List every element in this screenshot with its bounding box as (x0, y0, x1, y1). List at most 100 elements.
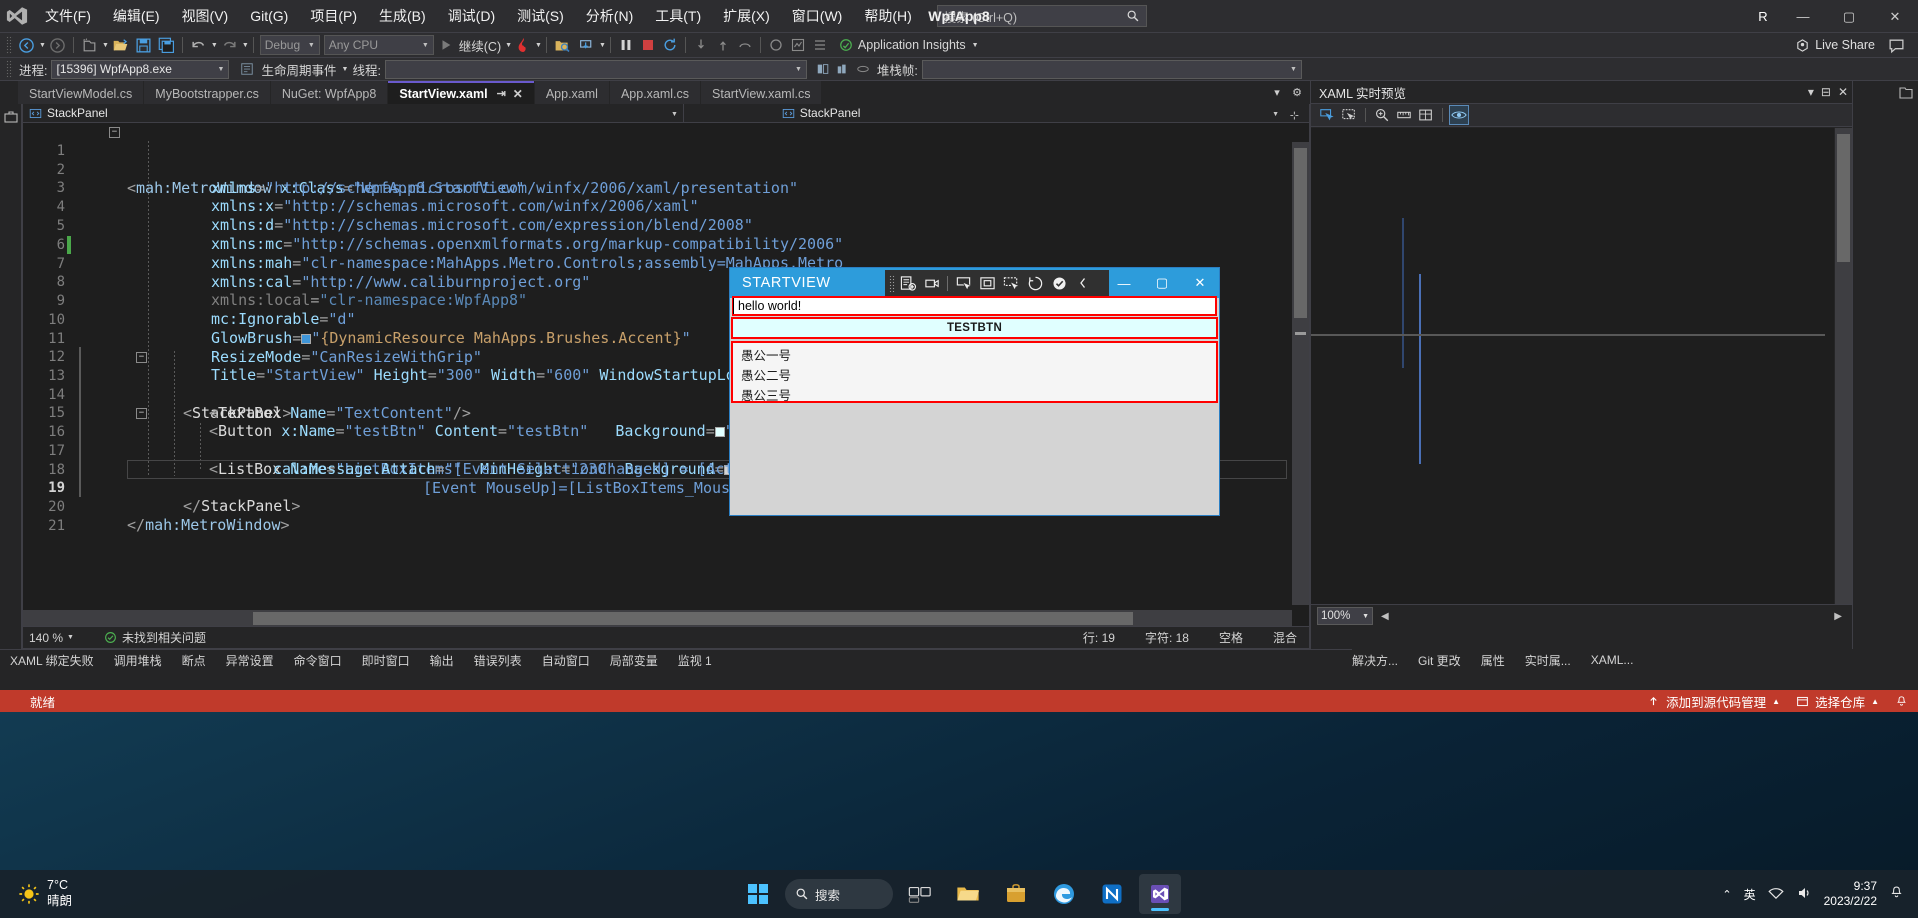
tab-startviewmodel-cs[interactable]: StartViewModel.cs (18, 81, 144, 104)
navigate-back-button[interactable] (15, 34, 38, 56)
save-button[interactable] (132, 34, 155, 56)
tab-mybootstrapper-cs[interactable]: MyBootstrapper.cs (144, 81, 270, 104)
undo-caret-icon[interactable]: ▼ (211, 42, 218, 49)
display-adorner-preview-icon[interactable] (1339, 105, 1359, 125)
display-layout-adorner-icon[interactable] (976, 272, 998, 294)
toolbox-icon[interactable] (3, 109, 19, 125)
solution-explorer-dock-icon[interactable] (1898, 85, 1914, 101)
tab-list-chevron-icon[interactable]: ▾ (1268, 86, 1286, 99)
pin-icon[interactable]: ⇥ (497, 87, 506, 100)
wpf-maximize-button[interactable]: ▢ (1143, 268, 1181, 298)
application-insights-button[interactable]: Application Insights ▼ (839, 38, 979, 52)
list-item[interactable]: 愚公三号 (733, 386, 1216, 406)
live-share-button[interactable]: Live Share (1795, 38, 1875, 53)
close-button[interactable]: ✕ (1872, 0, 1918, 33)
minimize-button[interactable]: — (1780, 0, 1826, 33)
solution-config-combo[interactable]: Debug ▼ (259, 35, 320, 55)
stack-frame-prev-icon[interactable] (813, 58, 833, 80)
volume-icon[interactable] (1796, 885, 1812, 904)
tab-nuget-wpfapp8[interactable]: NuGet: WpfApp8 (270, 81, 388, 104)
testbtn-button[interactable]: TESTBTN (731, 317, 1218, 339)
redo-caret-icon[interactable]: ▼ (242, 42, 249, 49)
step-over-button[interactable] (690, 34, 712, 56)
dock-label-solution-explorer[interactable]: 解决方... (1352, 652, 1398, 669)
stack-frame-next-icon[interactable] (833, 58, 853, 80)
dock-tab-exception-settings[interactable]: 异常设置 (216, 650, 284, 672)
panel-pin-icon[interactable]: ⊟ (1821, 85, 1831, 99)
preview-zoom-combo[interactable]: 100% ▼ (1317, 607, 1373, 625)
dock-tab-locals[interactable]: 局部变量 (600, 650, 668, 672)
vscroll-thumb[interactable] (1294, 148, 1307, 318)
zoom-fit-icon[interactable] (1372, 105, 1392, 125)
thread-combo[interactable]: ▼ (384, 59, 807, 79)
hscroll-thumb[interactable] (253, 612, 1133, 625)
dock-label-properties[interactable]: 属性 (1481, 652, 1505, 669)
hot-reload-adorner-icon[interactable] (1024, 272, 1046, 294)
panel-menu-chevron-icon[interactable]: ▾ (1808, 85, 1814, 99)
lifecycle-caret-icon[interactable]: ▼ (342, 66, 349, 73)
select-repository-button[interactable]: 选择仓库 ▲ (1796, 692, 1879, 711)
stack-frame-link-icon[interactable] (853, 58, 873, 80)
dock-tab-command-window[interactable]: 命令窗口 (284, 650, 352, 672)
visual-studio-taskbar-icon[interactable] (1139, 874, 1181, 914)
dock-label-xaml[interactable]: XAML... (1591, 653, 1634, 667)
edge-browser-icon[interactable] (1043, 874, 1085, 914)
app-n-icon[interactable] (1091, 874, 1133, 914)
hot-reload-button[interactable] (512, 34, 534, 56)
process-combo[interactable]: [15396] WpfApp8.exe ▼ (51, 59, 230, 79)
hot-reload-caret-icon[interactable]: ▼ (535, 42, 542, 49)
menu-git[interactable]: Git(G) (239, 0, 299, 33)
listboxitems-listbox[interactable]: 愚公一号 愚公二号 愚公三号 (731, 341, 1218, 403)
preview-vertical-scrollbar[interactable] (1835, 128, 1852, 604)
restart-button[interactable] (659, 34, 681, 56)
encoding-indicator[interactable]: 混合 (1273, 629, 1297, 646)
menu-test[interactable]: 测试(S) (506, 0, 575, 33)
step-into-button[interactable] (575, 34, 598, 56)
new-project-caret-icon[interactable]: ▼ (102, 42, 109, 49)
toolbar-grip[interactable] (6, 36, 13, 54)
wpf-close-button[interactable]: ✕ (1181, 268, 1219, 298)
grid-icon[interactable] (1416, 105, 1436, 125)
continue-caret-icon[interactable]: ▼ (505, 42, 512, 49)
taskbar-weather-widget[interactable]: 7°C 晴朗 (8, 870, 82, 918)
fold-toggle[interactable]: − (136, 408, 147, 419)
menu-tools[interactable]: 工具(T) (644, 0, 712, 33)
undo-button[interactable] (187, 34, 210, 56)
taskbar-clock[interactable]: 9:37 2023/2/22 (1824, 879, 1877, 909)
account-avatar[interactable]: R (1746, 0, 1780, 33)
preview-vscroll-thumb[interactable] (1837, 134, 1850, 262)
open-file-button[interactable] (109, 34, 132, 56)
list-item[interactable]: 愚公二号 (733, 366, 1216, 386)
notifications-bell-icon[interactable] (1895, 695, 1908, 708)
menu-build[interactable]: 生成(B) (368, 0, 437, 33)
nav-right-caret-icon[interactable]: ▼ (1272, 111, 1279, 118)
editor-vertical-scrollbar[interactable] (1292, 142, 1309, 605)
task-view-icon[interactable] (899, 874, 941, 914)
record-video-icon[interactable] (921, 272, 943, 294)
navigate-forward-button[interactable] (46, 34, 69, 56)
tray-chevron-icon[interactable]: ⌃ (1722, 888, 1731, 901)
taskbar-search-box[interactable]: 搜索 (785, 879, 893, 909)
dock-tab-watch-1[interactable]: 监视 1 (668, 650, 722, 672)
editor-zoom-level[interactable]: 140 % (29, 631, 63, 645)
select-element-preview-icon[interactable] (1317, 105, 1337, 125)
notification-center-icon[interactable] (1889, 885, 1904, 903)
step-out-button[interactable] (712, 34, 734, 56)
app-insights-caret-icon[interactable]: ▼ (972, 42, 979, 49)
step-over-2-button[interactable] (734, 34, 756, 56)
preview-scroll-right-icon[interactable]: ▶ (1830, 611, 1846, 622)
start-button-icon[interactable] (737, 874, 779, 914)
go-to-live-visual-tree-icon[interactable] (897, 272, 919, 294)
nav-split-icon[interactable]: ⊹ (1290, 109, 1299, 122)
lifecycle-label[interactable]: 生命周期事件 (257, 60, 340, 79)
open-folder-search-button[interactable] (551, 34, 575, 56)
indent-mode-indicator[interactable]: 空格 (1219, 629, 1243, 646)
dock-tab-call-stack[interactable]: 调用堆栈 (104, 650, 172, 672)
tab-app-xaml-cs[interactable]: App.xaml.cs (609, 81, 701, 104)
file-explorer-icon[interactable] (947, 874, 989, 914)
fold-toggle[interactable]: − (136, 352, 147, 363)
zoom-caret-icon[interactable]: ▼ (67, 634, 74, 641)
textcontent-textbox[interactable]: hello world! (732, 296, 1217, 316)
nav-left-caret-icon[interactable]: ▼ (671, 111, 678, 118)
fold-toggle[interactable]: − (109, 127, 120, 138)
